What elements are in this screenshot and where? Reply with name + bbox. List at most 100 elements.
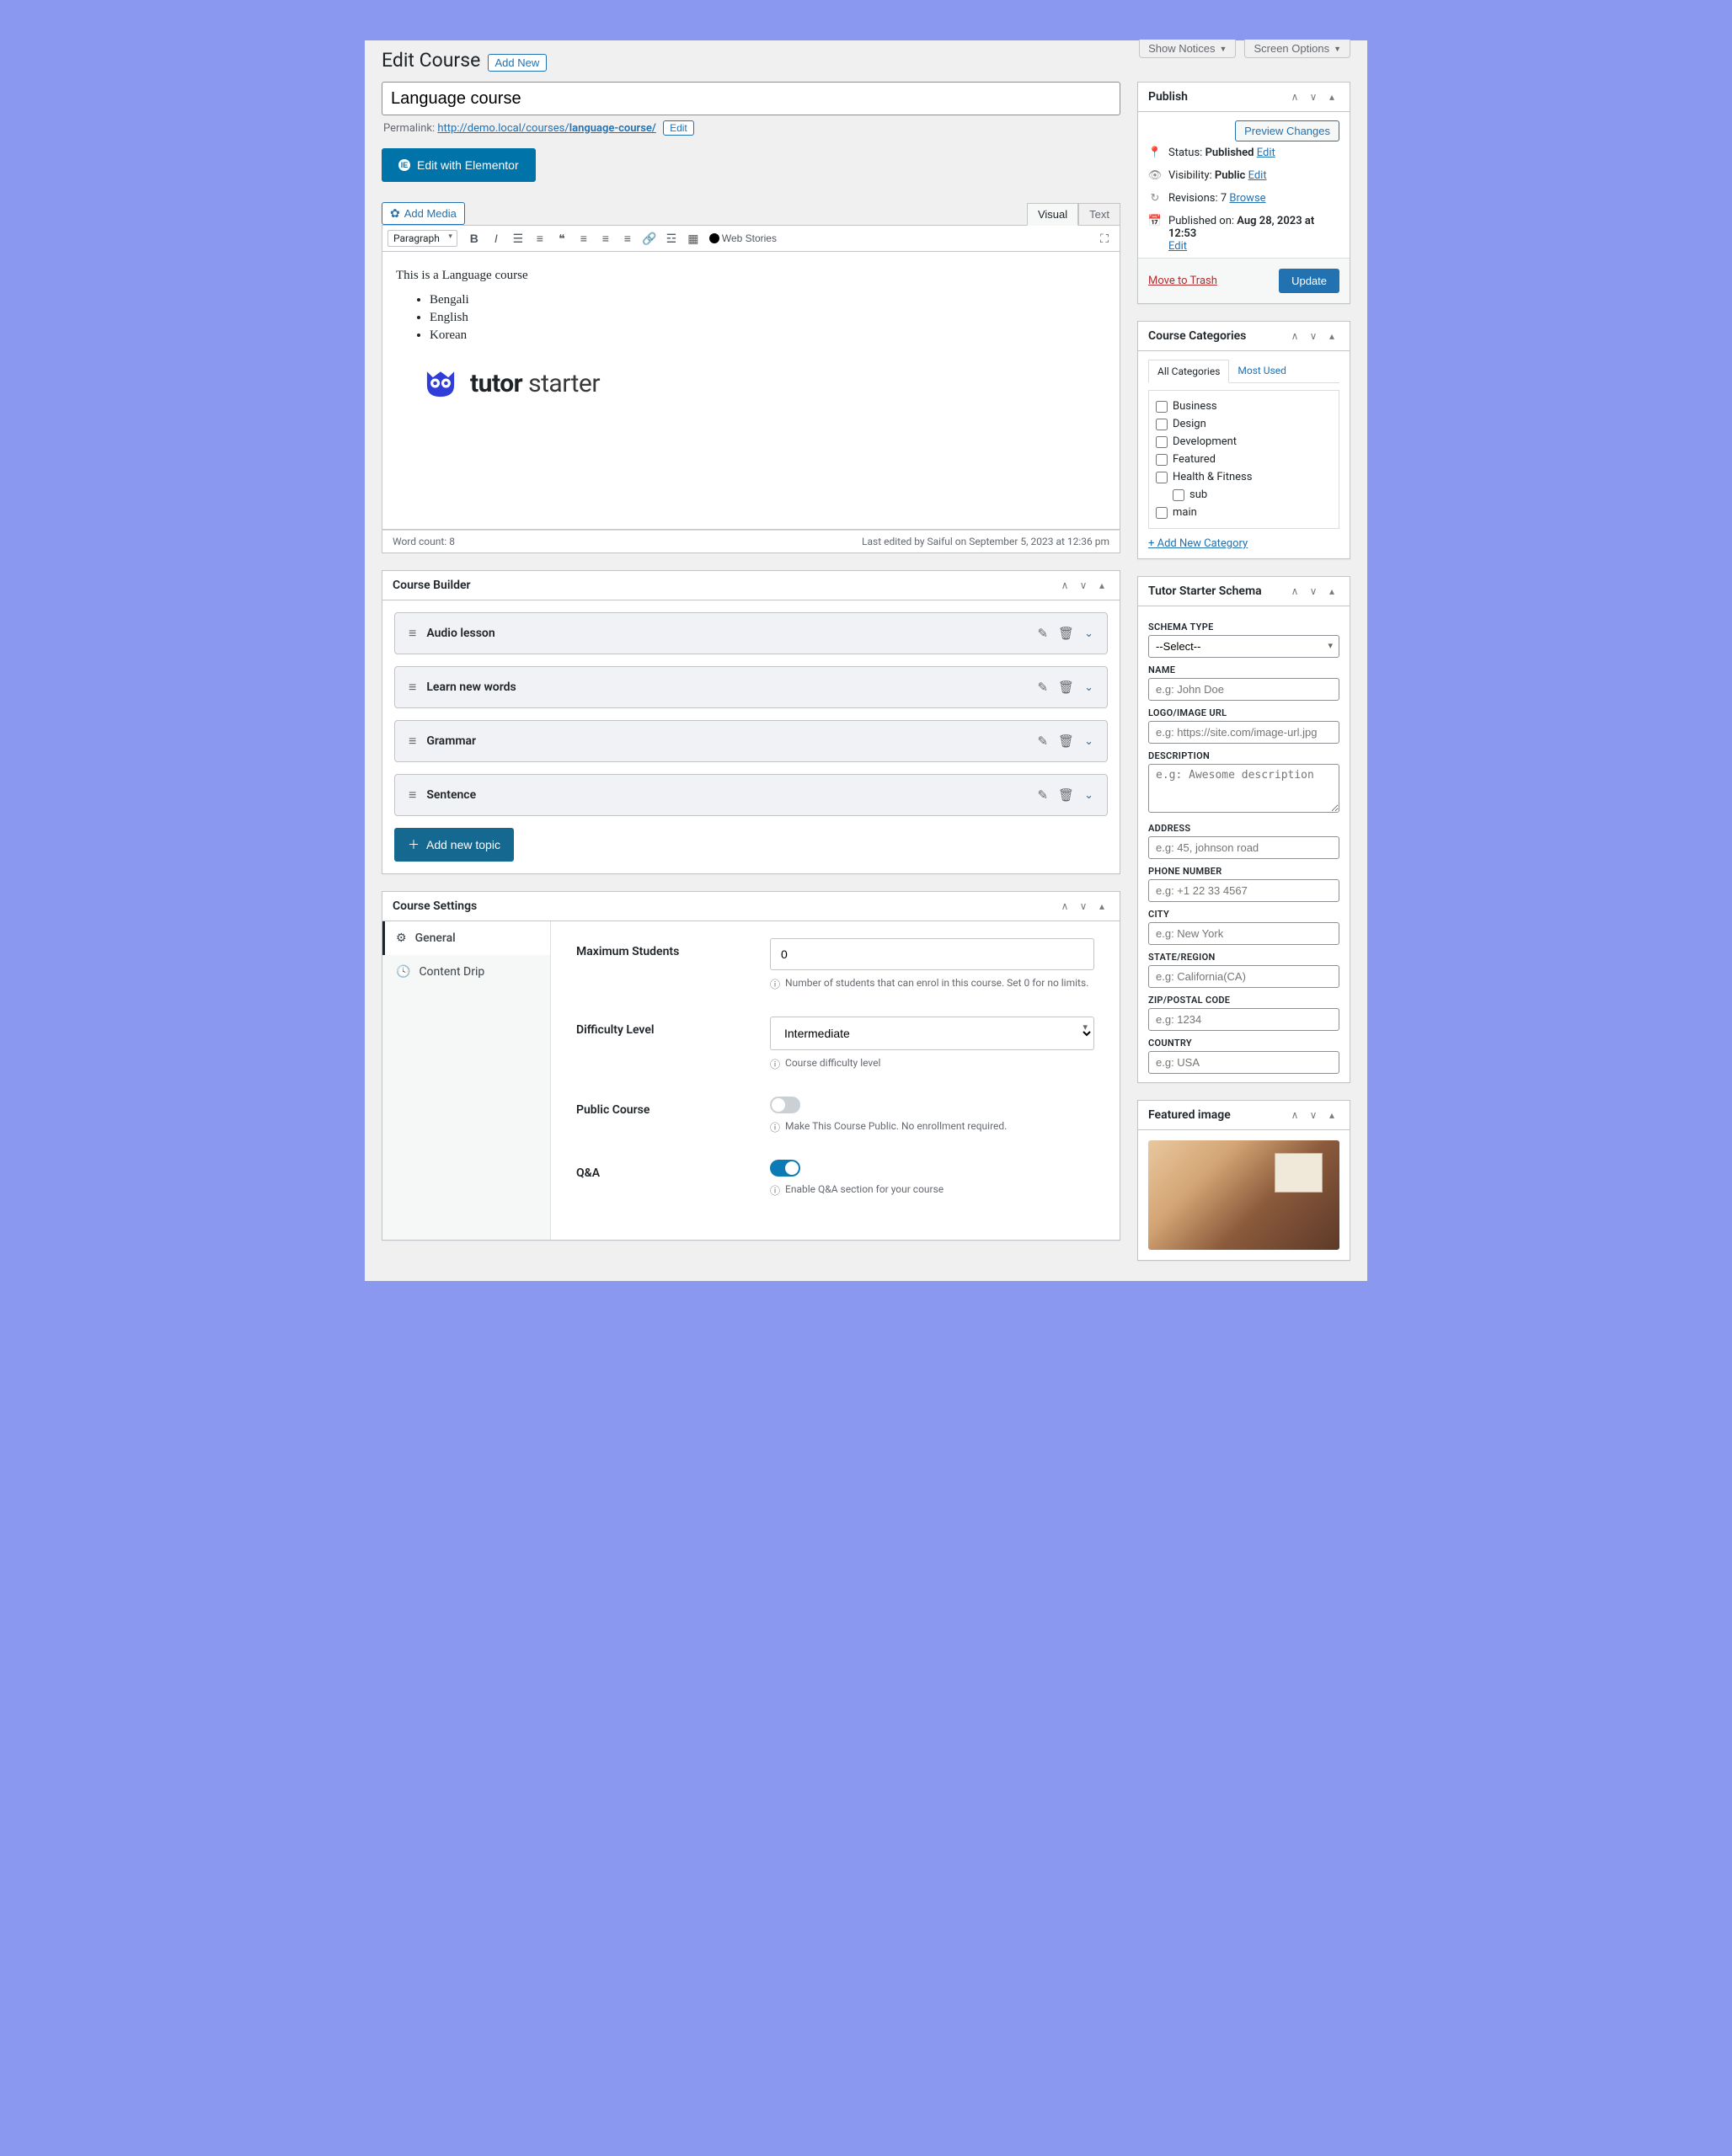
- edit-date-link[interactable]: Edit: [1168, 240, 1187, 253]
- bold-button[interactable]: B: [464, 228, 484, 248]
- add-new-topic-button[interactable]: ＋ Add new topic: [394, 828, 514, 862]
- bullet-list-button[interactable]: ☰: [508, 228, 528, 248]
- delete-topic-icon[interactable]: 🗑: [1058, 626, 1074, 641]
- format-select[interactable]: Paragraph: [388, 230, 457, 247]
- delete-topic-icon[interactable]: 🗑: [1058, 734, 1074, 749]
- expand-topic-icon[interactable]: ⌄: [1084, 627, 1093, 640]
- update-button[interactable]: Update: [1279, 269, 1339, 293]
- drag-handle-icon[interactable]: ≡: [409, 625, 416, 642]
- category-item-sub[interactable]: sub: [1156, 486, 1332, 504]
- fullscreen-button[interactable]: ⛶: [1094, 228, 1115, 248]
- edit-topic-icon[interactable]: ✎: [1037, 626, 1048, 641]
- edit-topic-icon[interactable]: ✎: [1037, 680, 1048, 695]
- show-notices-button[interactable]: Show Notices▼: [1139, 40, 1236, 58]
- edit-with-elementor-button[interactable]: IE Edit with Elementor: [382, 148, 536, 182]
- move-up-icon[interactable]: ∧: [1287, 1107, 1302, 1123]
- move-up-icon[interactable]: ∧: [1287, 584, 1302, 599]
- featured-image-thumbnail[interactable]: [1148, 1140, 1339, 1250]
- move-down-icon[interactable]: ∨: [1306, 328, 1321, 344]
- move-up-icon[interactable]: ∧: [1057, 578, 1072, 593]
- category-item[interactable]: Business: [1156, 398, 1332, 415]
- tab-all-categories[interactable]: All Categories: [1148, 360, 1229, 383]
- screen-options-button[interactable]: Screen Options▼: [1244, 40, 1350, 58]
- web-stories-button[interactable]: Web Stories: [705, 228, 781, 248]
- move-down-icon[interactable]: ∨: [1076, 578, 1091, 593]
- tab-most-used[interactable]: Most Used: [1229, 360, 1295, 382]
- link-button[interactable]: 🔗: [639, 228, 660, 248]
- qa-toggle[interactable]: [770, 1160, 800, 1177]
- schema-city-input[interactable]: [1148, 922, 1339, 945]
- align-right-button[interactable]: ≡: [617, 228, 638, 248]
- quote-button[interactable]: ❝: [552, 228, 572, 248]
- featured-image-title: Featured image: [1148, 1108, 1231, 1122]
- italic-button[interactable]: I: [486, 228, 506, 248]
- drag-handle-icon[interactable]: ≡: [409, 787, 416, 803]
- expand-topic-icon[interactable]: ⌄: [1084, 680, 1093, 694]
- logo-image: tutor starter: [421, 364, 1106, 403]
- settings-nav-general[interactable]: ⚙ General: [382, 921, 550, 955]
- schema-phone-input[interactable]: [1148, 879, 1339, 902]
- revisions-icon: ↻: [1148, 192, 1162, 205]
- category-item[interactable]: Design: [1156, 415, 1332, 433]
- number-list-button[interactable]: ≡: [530, 228, 550, 248]
- move-down-icon[interactable]: ∨: [1306, 89, 1321, 104]
- drag-handle-icon[interactable]: ≡: [409, 679, 416, 696]
- move-up-icon[interactable]: ∧: [1057, 899, 1072, 914]
- toolbar-toggle-button[interactable]: ▦: [683, 228, 703, 248]
- add-new-category-link[interactable]: + Add New Category: [1148, 537, 1248, 550]
- settings-nav-content-drip[interactable]: 🕓 Content Drip: [382, 955, 550, 989]
- toggle-panel-icon[interactable]: ▴: [1094, 578, 1109, 593]
- edit-status-link[interactable]: Edit: [1257, 147, 1275, 159]
- schema-address-input[interactable]: [1148, 836, 1339, 859]
- expand-topic-icon[interactable]: ⌄: [1084, 788, 1093, 802]
- toggle-panel-icon[interactable]: ▴: [1324, 89, 1339, 104]
- edit-topic-icon[interactable]: ✎: [1037, 787, 1048, 803]
- add-media-button[interactable]: ✿ Add Media: [382, 202, 465, 225]
- delete-topic-icon[interactable]: 🗑: [1058, 680, 1074, 695]
- public-course-toggle[interactable]: [770, 1097, 800, 1113]
- drag-handle-icon[interactable]: ≡: [409, 733, 416, 750]
- browse-revisions-link[interactable]: Browse: [1229, 192, 1265, 205]
- category-item[interactable]: main: [1156, 504, 1332, 521]
- toggle-panel-icon[interactable]: ▴: [1324, 584, 1339, 599]
- preview-changes-button[interactable]: Preview Changes: [1235, 120, 1339, 141]
- move-up-icon[interactable]: ∧: [1287, 328, 1302, 344]
- readmore-button[interactable]: ☲: [661, 228, 682, 248]
- schema-desc-textarea[interactable]: [1148, 764, 1339, 813]
- schema-country-input[interactable]: [1148, 1051, 1339, 1074]
- category-item[interactable]: Health & Fitness: [1156, 468, 1332, 486]
- schema-name-input[interactable]: [1148, 678, 1339, 701]
- toggle-panel-icon[interactable]: ▴: [1094, 899, 1109, 914]
- align-left-button[interactable]: ≡: [574, 228, 594, 248]
- delete-topic-icon[interactable]: 🗑: [1058, 787, 1074, 803]
- editor-content[interactable]: This is a Language course Bengali Englis…: [382, 252, 1120, 530]
- schema-zip-input[interactable]: [1148, 1008, 1339, 1031]
- move-down-icon[interactable]: ∨: [1306, 584, 1321, 599]
- schema-type-select[interactable]: --Select--: [1148, 635, 1339, 658]
- permalink-link[interactable]: http://demo.local/courses/language-cours…: [437, 122, 655, 135]
- toggle-panel-icon[interactable]: ▴: [1324, 328, 1339, 344]
- max-students-input[interactable]: [770, 938, 1094, 970]
- visibility-icon: 👁: [1148, 169, 1162, 182]
- category-item[interactable]: Development: [1156, 433, 1332, 451]
- schema-logo-input[interactable]: [1148, 721, 1339, 744]
- move-down-icon[interactable]: ∨: [1076, 899, 1091, 914]
- edit-topic-icon[interactable]: ✎: [1037, 734, 1048, 749]
- difficulty-select[interactable]: Intermediate: [770, 1017, 1094, 1050]
- move-to-trash-link[interactable]: Move to Trash: [1148, 275, 1217, 287]
- align-center-button[interactable]: ≡: [596, 228, 616, 248]
- edit-slug-button[interactable]: Edit: [663, 120, 694, 136]
- tab-text[interactable]: Text: [1078, 203, 1120, 225]
- pin-icon: 📍: [1148, 147, 1162, 159]
- add-new-button[interactable]: Add New: [488, 54, 548, 72]
- schema-logo-label: LOGO/IMAGE URL: [1148, 707, 1339, 718]
- course-title-input[interactable]: [382, 82, 1120, 115]
- category-item[interactable]: Featured: [1156, 451, 1332, 468]
- edit-visibility-link[interactable]: Edit: [1248, 169, 1267, 182]
- expand-topic-icon[interactable]: ⌄: [1084, 734, 1093, 748]
- move-down-icon[interactable]: ∨: [1306, 1107, 1321, 1123]
- move-up-icon[interactable]: ∧: [1287, 89, 1302, 104]
- schema-state-input[interactable]: [1148, 965, 1339, 988]
- tab-visual[interactable]: Visual: [1027, 203, 1078, 226]
- toggle-panel-icon[interactable]: ▴: [1324, 1107, 1339, 1123]
